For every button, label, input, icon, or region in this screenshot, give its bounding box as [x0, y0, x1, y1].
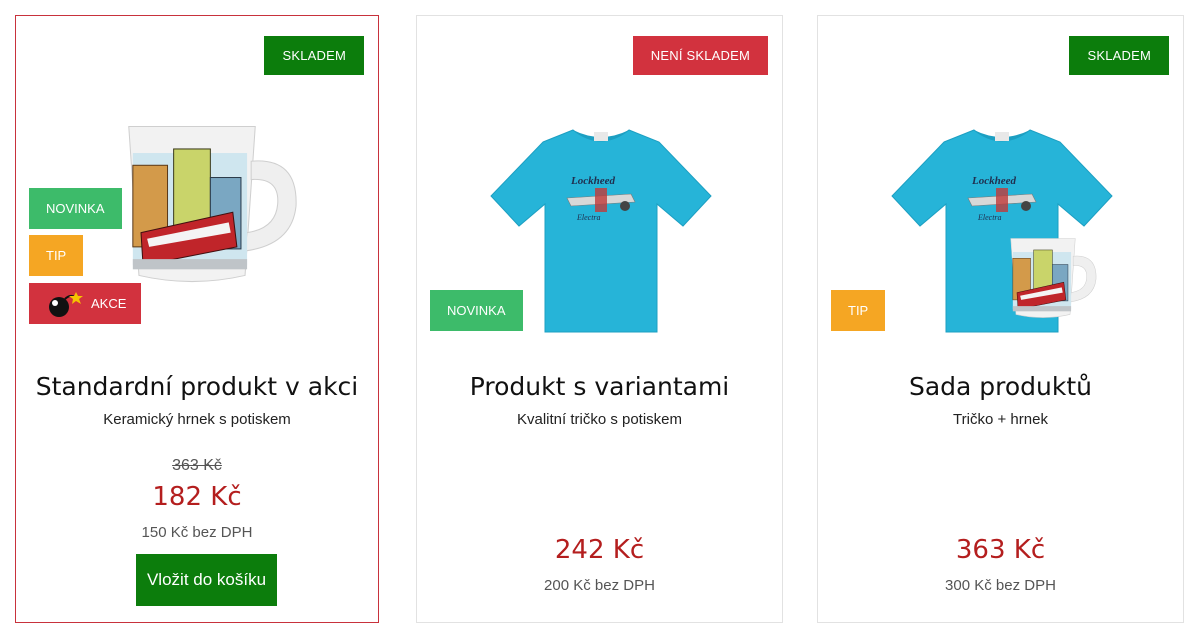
flag-sale-label: AKCE [91, 296, 127, 311]
flag-new: NOVINKA [430, 290, 523, 331]
net-price: 300 Kč bez DPH [945, 577, 1056, 594]
bomb-icon [49, 292, 83, 317]
add-to-cart-button[interactable]: Vložit do košíku [136, 554, 277, 606]
stock-badge: NENÍ SKLADEM [632, 36, 768, 75]
product-title[interactable]: Standardní produkt v akci [16, 372, 378, 401]
stock-badge: SKLADEM [1069, 36, 1169, 75]
product-title[interactable]: Sada produktů [818, 372, 1183, 401]
product-card[interactable]: NENÍ SKLADEM NOVINKA Produkt s variantam… [416, 15, 783, 623]
flag-tip: TIP [29, 235, 84, 276]
product-card[interactable]: SKLADEM TIP Sada produktů Tričko + hrnek… [817, 15, 1184, 623]
price: 182 Kč [152, 482, 242, 512]
product-subtitle: Keramický hrnek s potiskem [103, 411, 291, 428]
net-price: 200 Kč bez DPH [544, 577, 655, 594]
product-card[interactable]: SKLADEM NOVINKA TIP AKCE Standardní prod… [15, 15, 379, 623]
price: 363 Kč [955, 535, 1046, 565]
old-price: 363 Kč [172, 457, 222, 474]
flag-new: NOVINKA [29, 188, 122, 229]
flag-sale: AKCE [29, 283, 141, 324]
product-subtitle: Kvalitní tričko s potiskem [516, 411, 683, 428]
price: 242 Kč [554, 535, 645, 565]
flag-tip: TIP [831, 290, 886, 331]
net-price: 150 Kč bez DPH [141, 524, 253, 541]
stock-badge: SKLADEM [264, 36, 364, 75]
product-subtitle: Tričko + hrnek [953, 411, 1048, 428]
product-title[interactable]: Produkt s variantami [417, 372, 782, 401]
